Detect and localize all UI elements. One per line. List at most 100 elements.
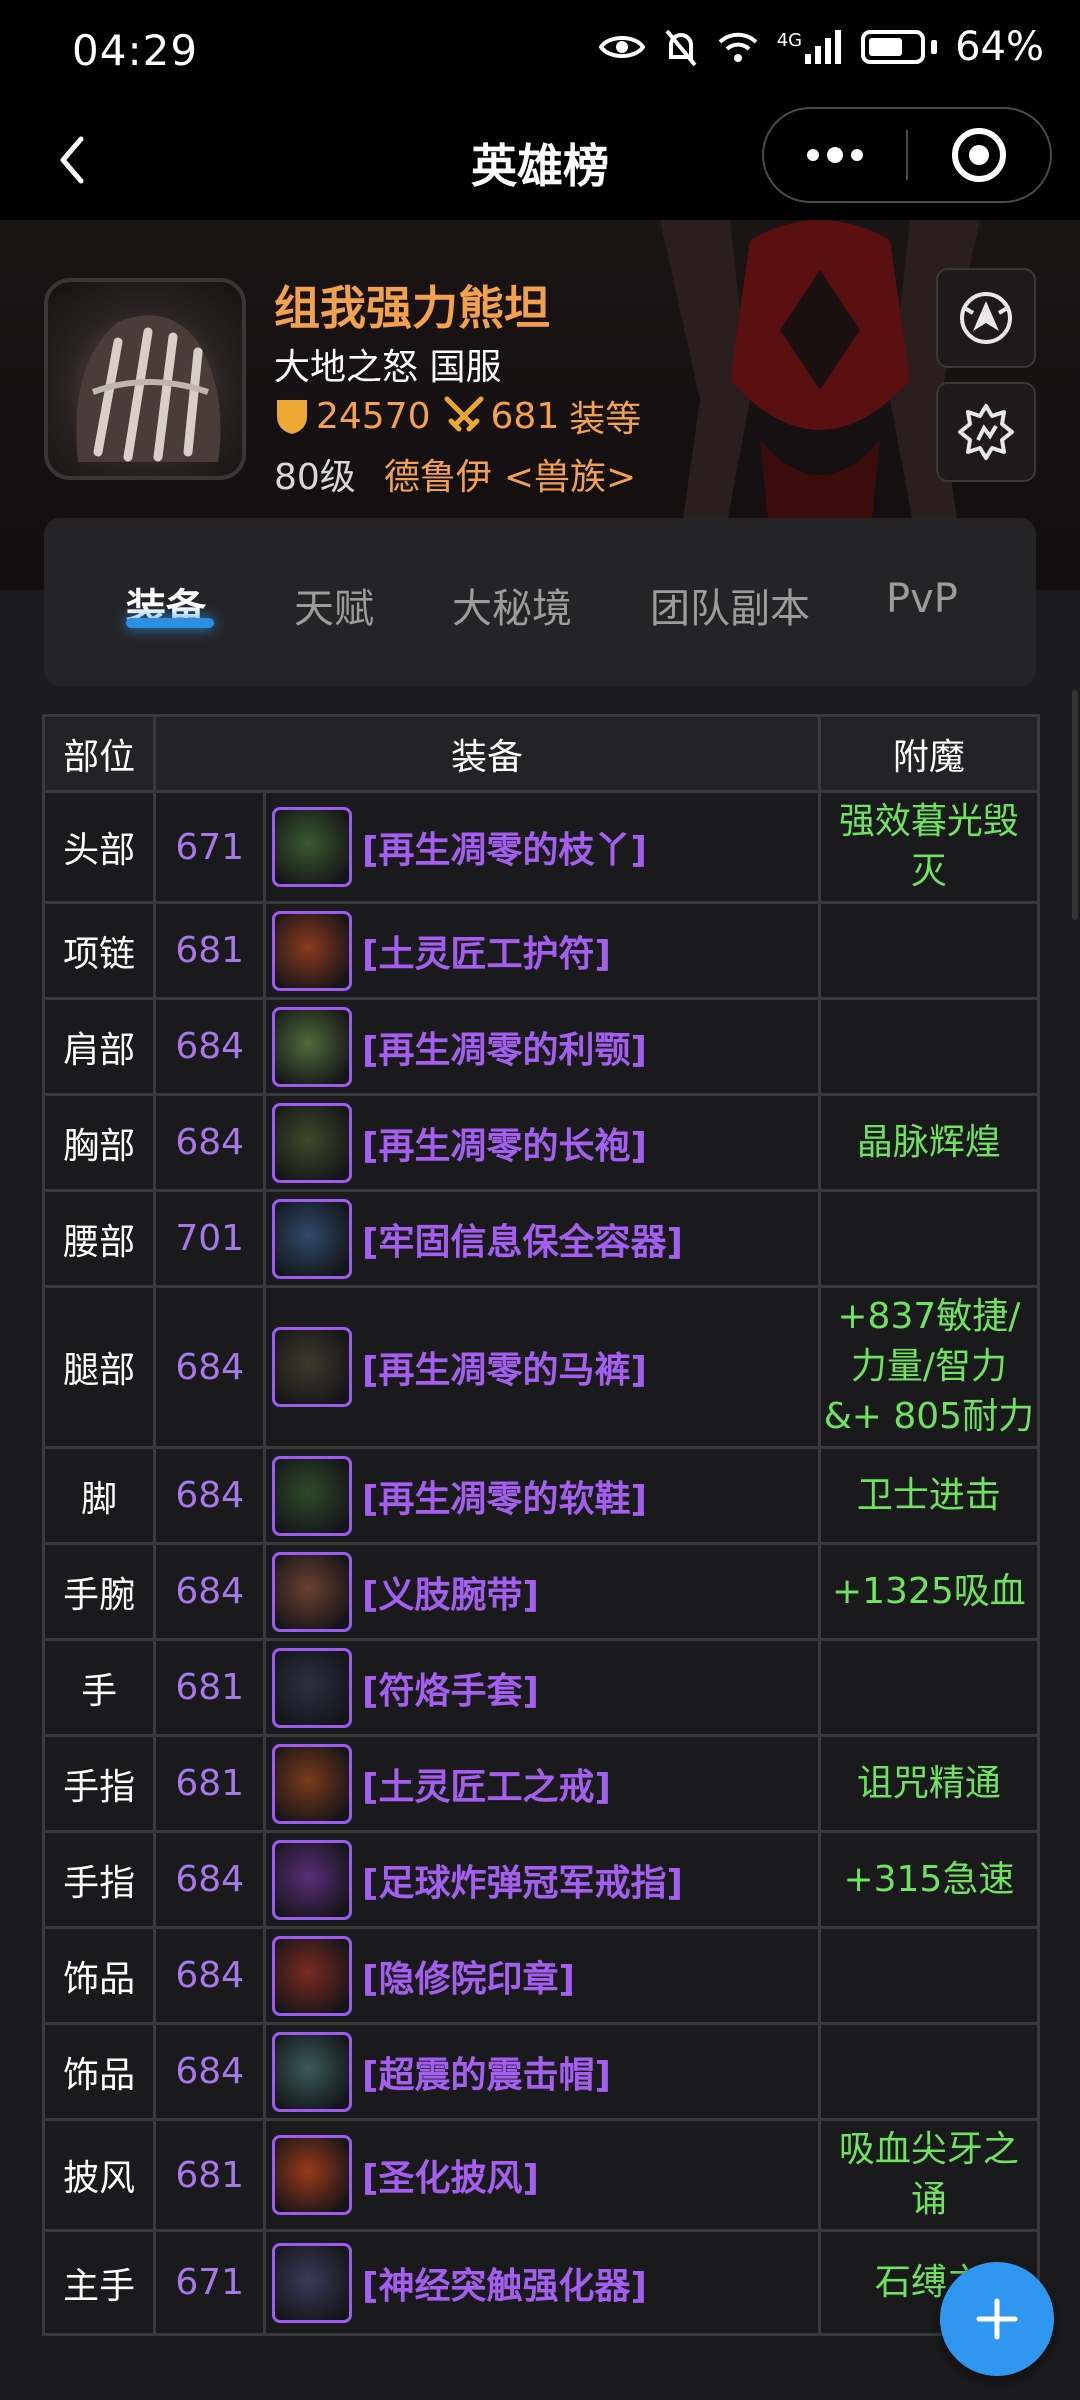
item-name[interactable]: [土灵匠工之戒]: [362, 1758, 611, 1810]
settings-badge-button[interactable]: [936, 382, 1036, 482]
enchant-cell: 晶脉辉煌: [817, 1093, 1041, 1192]
slot-cell: 披风: [41, 2118, 157, 2232]
item-name[interactable]: [义肢腕带]: [362, 1566, 539, 1618]
enchant-cell: 强效暮光毁灭: [817, 790, 1041, 904]
item-cell[interactable]: [土灵匠工之戒]: [263, 1734, 821, 1833]
item-name[interactable]: [隐修院印章]: [362, 1950, 575, 2002]
item-name[interactable]: [足球炸弹冠军戒指]: [362, 1854, 683, 1906]
table-row[interactable]: 手指 681 [土灵匠工之戒] 诅咒精通: [41, 1734, 1041, 1833]
item-cell[interactable]: [足球炸弹冠军戒指]: [263, 1830, 821, 1929]
item-cell[interactable]: [再生凋零的马裤]: [263, 1285, 821, 1449]
slot-cell: 脚: [41, 1446, 157, 1545]
item-name[interactable]: [再生凋零的长袍]: [362, 1117, 647, 1169]
item-cell[interactable]: [超震的震击帽]: [263, 2022, 821, 2121]
item-level-cell: 671: [153, 790, 266, 904]
item-cell[interactable]: [义肢腕带]: [263, 1542, 821, 1641]
table-row[interactable]: 披风 681 [圣化披风] 吸血尖牙之诵: [41, 2118, 1041, 2232]
table-row[interactable]: 手指 684 [足球炸弹冠军戒指] +315急速: [41, 1830, 1041, 1929]
item-level-label: 装等: [569, 399, 642, 440]
signal-icon: 4G: [777, 30, 843, 64]
table-row[interactable]: 脚 684 [再生凋零的软鞋] 卫士进击: [41, 1446, 1041, 1545]
crossed-swords-icon: [443, 395, 485, 437]
active-tab-indicator: [126, 618, 214, 628]
tab-mythic-plus[interactable]: 大秘境: [452, 576, 572, 634]
pvp-badge-button[interactable]: [936, 268, 1036, 368]
enchant-cell: [817, 1189, 1041, 1288]
item-cell[interactable]: [土灵匠工护符]: [263, 901, 821, 1000]
slot-cell: 手指: [41, 1830, 157, 1929]
item-cell[interactable]: [符烙手套]: [263, 1638, 821, 1737]
status-bar: 04:29 4G 64%: [0, 0, 1080, 100]
item-name[interactable]: [再生凋零的枝丫]: [362, 821, 647, 873]
item-cell[interactable]: [牢固信息保全容器]: [263, 1189, 821, 1288]
slot-cell: 头部: [41, 790, 157, 904]
avatar[interactable]: [44, 278, 246, 480]
character-name: 组我强力熊坦: [274, 281, 550, 335]
scrollbar[interactable]: [1072, 690, 1078, 920]
close-mini-program-button[interactable]: [908, 109, 1050, 201]
item-icon: [272, 1006, 352, 1087]
table-row[interactable]: 项链 681 [土灵匠工护符]: [41, 901, 1041, 1000]
enchant-cell: +837敏捷/力量/智力&+ 805耐力: [817, 1285, 1041, 1449]
gear-spike-icon: [958, 404, 1014, 460]
item-name[interactable]: [超震的震击帽]: [362, 2046, 611, 2098]
nav-bar: 英雄榜: [0, 100, 1080, 220]
item-name[interactable]: [再生凋零的软鞋]: [362, 1470, 647, 1522]
tab-pvp[interactable]: PvP: [886, 576, 958, 622]
enchant-cell: [817, 2022, 1041, 2121]
add-fab-button[interactable]: [940, 2262, 1054, 2376]
gear-table: 部位 装备 附魔 头部 671 [再生凋零的枝丫] 强效暮光毁灭 项链 681 [土灵匠工护…: [41, 714, 1041, 2336]
item-cell[interactable]: [神经突触强化器]: [263, 2229, 821, 2336]
item-name[interactable]: [土灵匠工护符]: [362, 925, 611, 977]
table-row[interactable]: 手 681 [符烙手套]: [41, 1638, 1041, 1737]
item-icon: [272, 1198, 352, 1279]
table-header-row: 部位 装备 附魔: [41, 714, 1041, 793]
table-row[interactable]: 肩部 684 [再生凋零的利颚]: [41, 997, 1041, 1096]
slot-cell: 腰部: [41, 1189, 157, 1288]
table-row[interactable]: 头部 671 [再生凋零的枝丫] 强效暮光毁灭: [41, 790, 1041, 904]
item-name[interactable]: [符烙手套]: [362, 1662, 539, 1714]
character-realm: 大地之怒 国服: [274, 347, 502, 388]
enchant-cell: [817, 1926, 1041, 2025]
item-name[interactable]: [圣化披风]: [362, 2149, 539, 2201]
item-cell[interactable]: [圣化披风]: [263, 2118, 821, 2232]
enchant-cell: 诅咒精通: [817, 1734, 1041, 1833]
item-name[interactable]: [再生凋零的马裤]: [362, 1341, 647, 1393]
slot-cell: 手腕: [41, 1542, 157, 1641]
table-row[interactable]: 饰品 684 [隐修院印章]: [41, 1926, 1041, 2025]
slot-cell: 饰品: [41, 2022, 157, 2121]
table-row[interactable]: 手腕 684 [义肢腕带] +1325吸血: [41, 1542, 1041, 1641]
item-cell[interactable]: [隐修院印章]: [263, 1926, 821, 2025]
item-cell[interactable]: [再生凋零的软鞋]: [263, 1446, 821, 1545]
more-button[interactable]: [764, 109, 906, 201]
more-dots-icon: [807, 147, 863, 163]
table-row[interactable]: 主手 671 [神经突触强化器] 石缚之: [41, 2229, 1041, 2336]
table-row[interactable]: 腿部 684 [再生凋零的马裤] +837敏捷/力量/智力&+ 805耐力: [41, 1285, 1041, 1449]
shield-icon: [274, 396, 310, 436]
item-icon: [272, 1839, 352, 1920]
item-name[interactable]: [牢固信息保全容器]: [362, 1213, 683, 1265]
item-level-cell: 684: [153, 1926, 266, 2025]
item-level-cell: 701: [153, 1189, 266, 1288]
slot-cell: 主手: [41, 2229, 157, 2336]
tab-talents[interactable]: 天赋: [294, 576, 374, 634]
item-cell[interactable]: [再生凋零的长袍]: [263, 1093, 821, 1192]
table-row[interactable]: 胸部 684 [再生凋零的长袍] 晶脉辉煌: [41, 1093, 1041, 1192]
item-cell[interactable]: [再生凋零的利颚]: [263, 997, 821, 1096]
tab-raid[interactable]: 团队副本: [650, 576, 810, 634]
item-name[interactable]: [再生凋零的利颚]: [362, 1021, 647, 1073]
item-level-cell: 684: [153, 1446, 266, 1545]
item-cell[interactable]: [再生凋零的枝丫]: [263, 790, 821, 904]
table-row[interactable]: 腰部 701 [牢固信息保全容器]: [41, 1189, 1041, 1288]
enchant-cell: +1325吸血: [817, 1542, 1041, 1641]
enchant-cell: +315急速: [817, 1830, 1041, 1929]
item-level-cell: 684: [153, 1093, 266, 1192]
item-icon: [272, 2242, 352, 2323]
table-row[interactable]: 饰品 684 [超震的震击帽]: [41, 2022, 1041, 2121]
slot-cell: 手: [41, 1638, 157, 1737]
enchant-cell: [817, 997, 1041, 1096]
enchant-cell: 吸血尖牙之诵: [817, 2118, 1041, 2232]
item-name[interactable]: [神经突触强化器]: [362, 2257, 647, 2309]
character-level: 80级: [274, 457, 356, 498]
slot-cell: 手指: [41, 1734, 157, 1833]
